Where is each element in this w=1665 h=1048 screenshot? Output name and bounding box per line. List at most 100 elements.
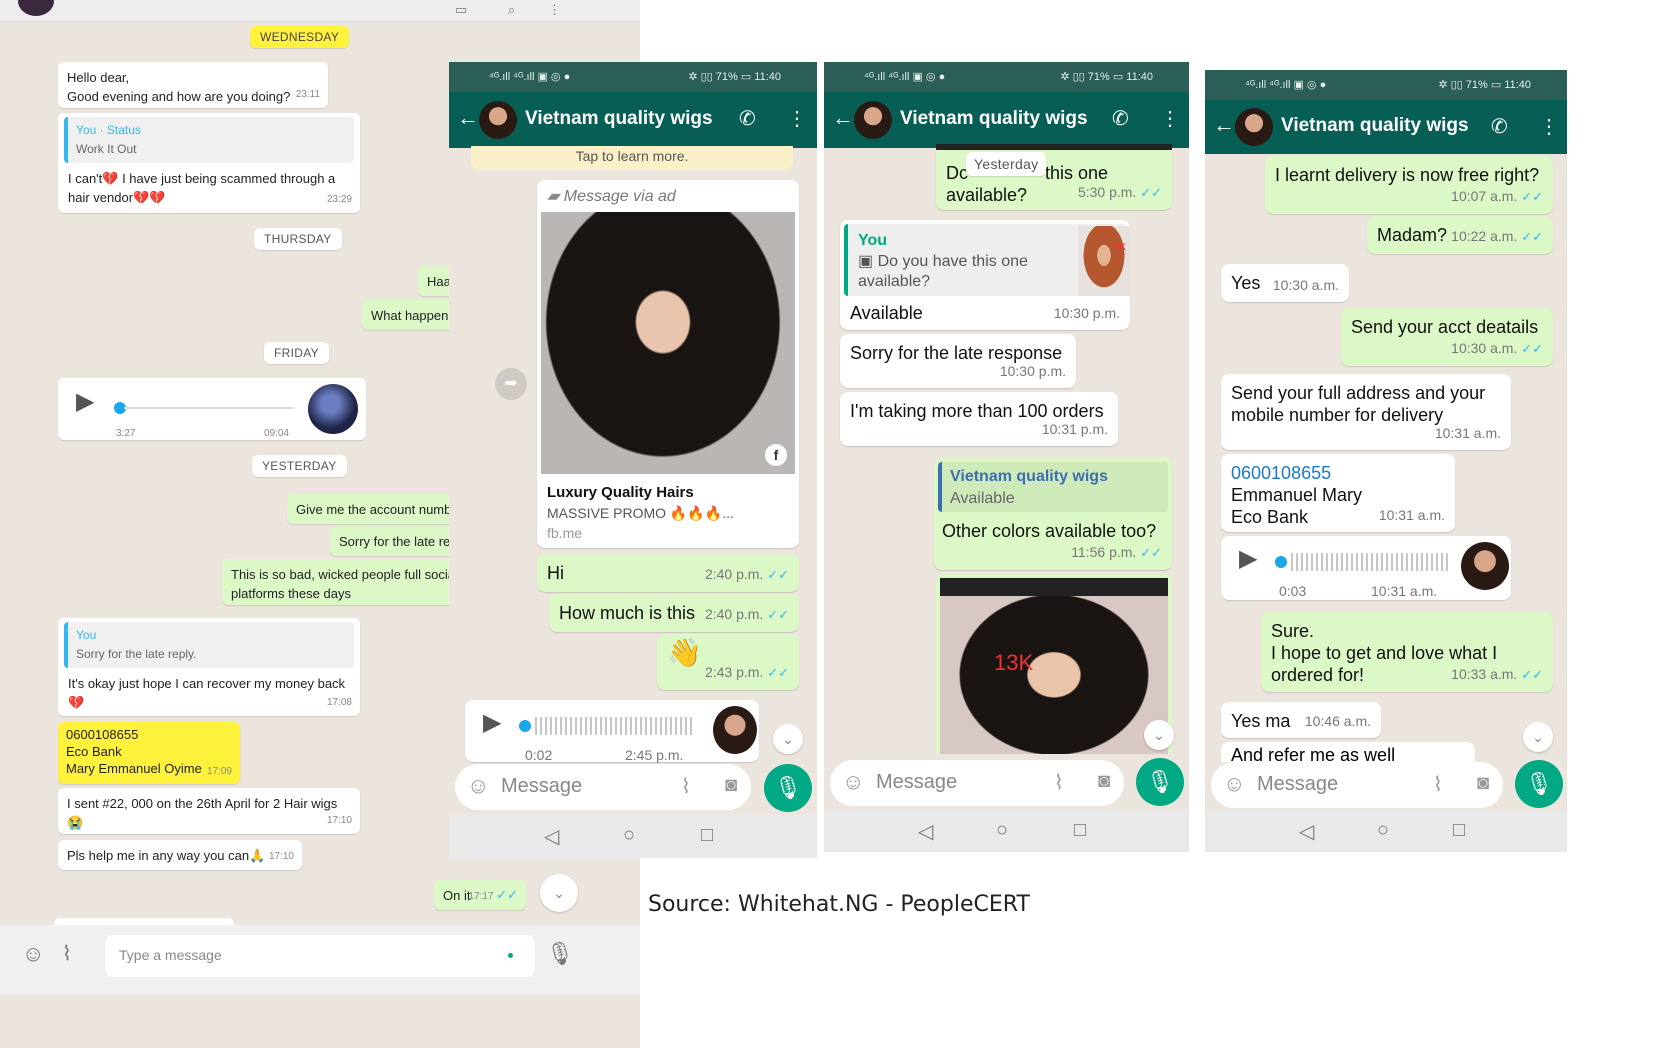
nav-back-icon[interactable]: ◁ bbox=[1299, 819, 1314, 844]
contact-name[interactable]: Vietnam quality wigs bbox=[525, 108, 713, 130]
message-incoming-partial[interactable]: And refer me as well bbox=[1221, 742, 1475, 762]
add-call-icon[interactable]: ✆ bbox=[1112, 106, 1129, 131]
quoted-message[interactable]: You Sorry for the late reply. bbox=[64, 622, 354, 668]
message-incoming[interactable]: I'm taking more than 100 orders 10:31 p.… bbox=[840, 392, 1118, 446]
nav-recents-icon[interactable]: □ bbox=[701, 824, 713, 847]
add-call-icon[interactable]: ✆ bbox=[1491, 114, 1508, 139]
quoted-status[interactable]: You · Status Work It Out bbox=[64, 117, 354, 163]
message-incoming[interactable]: Yes ma 10:46 a.m. bbox=[1221, 702, 1381, 738]
message-input[interactable]: Message bbox=[501, 775, 582, 798]
paperclip-icon[interactable]: ⌇ bbox=[1433, 772, 1443, 797]
nav-recents-icon[interactable]: □ bbox=[1074, 819, 1086, 842]
message-outgoing[interactable]: How much is this 2:40 p.m. ✓✓ bbox=[549, 594, 799, 632]
message-incoming[interactable]: Pls help me in any way you can🙏 17:10 bbox=[58, 840, 302, 870]
message-outgoing[interactable]: Send your acct deatails 10:30 a.m. ✓✓ bbox=[1341, 308, 1553, 366]
message-input-box[interactable]: ☺ Message ⌇ ◙ bbox=[455, 764, 751, 810]
search-icon[interactable]: ⌕ bbox=[508, 2, 515, 18]
nav-recents-icon[interactable]: □ bbox=[1453, 819, 1465, 842]
paperclip-icon[interactable]: ⌇ bbox=[681, 774, 691, 799]
message-incoming-reply[interactable]: You · Status Work It Out I can't💔 I have… bbox=[58, 113, 360, 213]
window-icon[interactable]: ▭ bbox=[455, 2, 467, 18]
message-outgoing[interactable]: On it 17:17 ✓✓ bbox=[434, 880, 526, 910]
scroll-down-button[interactable]: ⌄ bbox=[1144, 720, 1174, 750]
back-arrow-icon[interactable]: ← bbox=[832, 105, 854, 131]
emoji-icon[interactable]: ☺ bbox=[467, 773, 489, 799]
menu-icon[interactable]: ⋮ bbox=[548, 2, 561, 18]
play-icon[interactable]: ▶ bbox=[483, 711, 501, 735]
ad-product-image[interactable]: f bbox=[541, 212, 795, 474]
microphone-button[interactable]: 🎙 bbox=[764, 764, 812, 812]
message-account-details[interactable]: 0600108655 Eco Bank Mary Emmanuel Oyime … bbox=[58, 722, 240, 784]
message-input[interactable]: Message bbox=[1257, 773, 1338, 796]
paperclip-icon[interactable]: ⌇ bbox=[62, 941, 72, 966]
contact-name[interactable]: Vietnam quality wigs bbox=[1281, 115, 1469, 137]
microphone-button[interactable]: 🎙 bbox=[1136, 758, 1184, 806]
contact-avatar[interactable] bbox=[479, 101, 517, 139]
nav-home-icon[interactable]: ○ bbox=[996, 819, 1008, 842]
voice-progress-track[interactable] bbox=[124, 407, 294, 409]
message-incoming-reply[interactable]: You Sorry for the late reply. It's okay … bbox=[58, 618, 360, 716]
voice-progress-dot[interactable] bbox=[1275, 556, 1287, 568]
voice-message[interactable]: ▶ 0:02 2:45 p.m. bbox=[465, 700, 759, 763]
message-input[interactable]: Type a message bbox=[105, 935, 535, 977]
nav-back-icon[interactable]: ◁ bbox=[544, 824, 559, 849]
more-options-icon[interactable]: ⋮ bbox=[1539, 114, 1559, 139]
ad-link[interactable]: fb.me bbox=[547, 522, 582, 544]
quoted-message[interactable]: You ▣ Do you have this one available? 9K bbox=[844, 224, 1130, 296]
forward-icon[interactable]: ➦ bbox=[495, 368, 527, 400]
message-outgoing-reply[interactable]: Vietnam quality wigs Available Other col… bbox=[934, 458, 1172, 570]
ad-info-banner[interactable]: Tap to learn more. bbox=[471, 146, 793, 170]
microphone-icon[interactable]: 🎙 bbox=[546, 941, 574, 967]
contact-name[interactable]: Vietnam quality wigs bbox=[900, 108, 1088, 130]
more-options-icon[interactable]: ⋮ bbox=[1160, 106, 1180, 131]
message-input-box[interactable]: ☺ Message ⌇ ◙ bbox=[1211, 762, 1503, 808]
message-incoming[interactable]: Hello dear, Good evening and how are you… bbox=[58, 62, 328, 108]
contact-avatar[interactable] bbox=[854, 101, 892, 139]
quoted-message[interactable]: Vietnam quality wigs Available bbox=[938, 462, 1168, 512]
emoji-icon[interactable]: ☺ bbox=[22, 941, 44, 967]
add-call-icon[interactable]: ✆ bbox=[739, 106, 756, 131]
message-account-details[interactable]: 0600108655 Emmanuel Mary Eco Bank 10:31 … bbox=[1221, 454, 1455, 532]
message-incoming-reply[interactable]: You ▣ Do you have this one available? 9K … bbox=[840, 220, 1130, 330]
message-outgoing[interactable]: Hi 2:40 p.m. ✓✓ bbox=[537, 554, 799, 592]
emoji-icon[interactable]: ☺ bbox=[1223, 771, 1245, 797]
message-outgoing[interactable]: 👋 2:43 p.m. ✓✓ bbox=[657, 634, 799, 690]
back-arrow-icon[interactable]: ← bbox=[1213, 112, 1235, 138]
voice-progress-dot[interactable] bbox=[519, 720, 531, 732]
microphone-button[interactable]: 🎙 bbox=[1515, 760, 1563, 808]
more-options-icon[interactable]: ⋮ bbox=[787, 106, 807, 131]
voice-waveform[interactable] bbox=[1291, 553, 1451, 571]
scroll-down-button[interactable]: ⌄ bbox=[1523, 722, 1553, 752]
paperclip-icon[interactable]: ⌇ bbox=[1054, 770, 1064, 795]
message-input[interactable]: Message bbox=[876, 771, 957, 794]
nav-back-icon[interactable]: ◁ bbox=[918, 819, 933, 844]
message-outgoing[interactable]: Sure. I hope to get and love what I orde… bbox=[1261, 612, 1553, 692]
camera-icon[interactable]: ◙ bbox=[1477, 772, 1489, 795]
voice-waveform[interactable] bbox=[535, 717, 695, 735]
play-icon[interactable]: ▶ bbox=[1239, 547, 1257, 571]
emoji-icon[interactable]: ☺ bbox=[842, 769, 864, 795]
nav-home-icon[interactable]: ○ bbox=[1377, 819, 1389, 842]
voice-message[interactable]: ▶ 3:27 09:04 bbox=[58, 378, 366, 440]
wig-product-image[interactable]: 13K bbox=[940, 578, 1168, 754]
message-outgoing[interactable]: This is so bad, wicked people full socia… bbox=[222, 559, 487, 605]
scroll-down-button[interactable]: ⌄ bbox=[773, 724, 803, 754]
message-incoming[interactable]: Sorry for the late response 10:30 p.m. bbox=[840, 334, 1076, 388]
message-input-box[interactable]: ☺ Message ⌇ ◙ bbox=[830, 760, 1124, 806]
message-outgoing[interactable]: Madam? 10:22 a.m. ✓✓ bbox=[1367, 216, 1553, 254]
nav-home-icon[interactable]: ○ bbox=[623, 824, 635, 847]
image-message[interactable]: 13K bbox=[936, 574, 1172, 754]
back-arrow-icon[interactable]: ← bbox=[457, 105, 479, 131]
message-outgoing[interactable]: I learnt delivery is now free right? 10:… bbox=[1265, 156, 1553, 214]
play-icon[interactable]: ▶ bbox=[76, 390, 94, 414]
contact-avatar[interactable] bbox=[18, 0, 54, 16]
ad-message-card[interactable]: ▰ Message via ad f Luxury Quality Hairs … bbox=[537, 180, 799, 548]
camera-icon[interactable]: ◙ bbox=[725, 774, 737, 797]
voice-message[interactable]: ▶ 0:03 10:31 a.m. bbox=[1221, 536, 1511, 600]
account-number-link[interactable]: 0600108655 bbox=[1231, 462, 1445, 484]
contact-avatar[interactable] bbox=[1235, 108, 1273, 146]
message-incoming[interactable]: Yes 10:30 a.m. bbox=[1221, 264, 1349, 302]
message-incoming[interactable]: Send your full address and your mobile n… bbox=[1221, 374, 1511, 450]
camera-icon[interactable]: ◙ bbox=[1098, 770, 1110, 793]
message-incoming[interactable]: I sent #22, 000 on the 26th April for 2 … bbox=[58, 788, 360, 834]
